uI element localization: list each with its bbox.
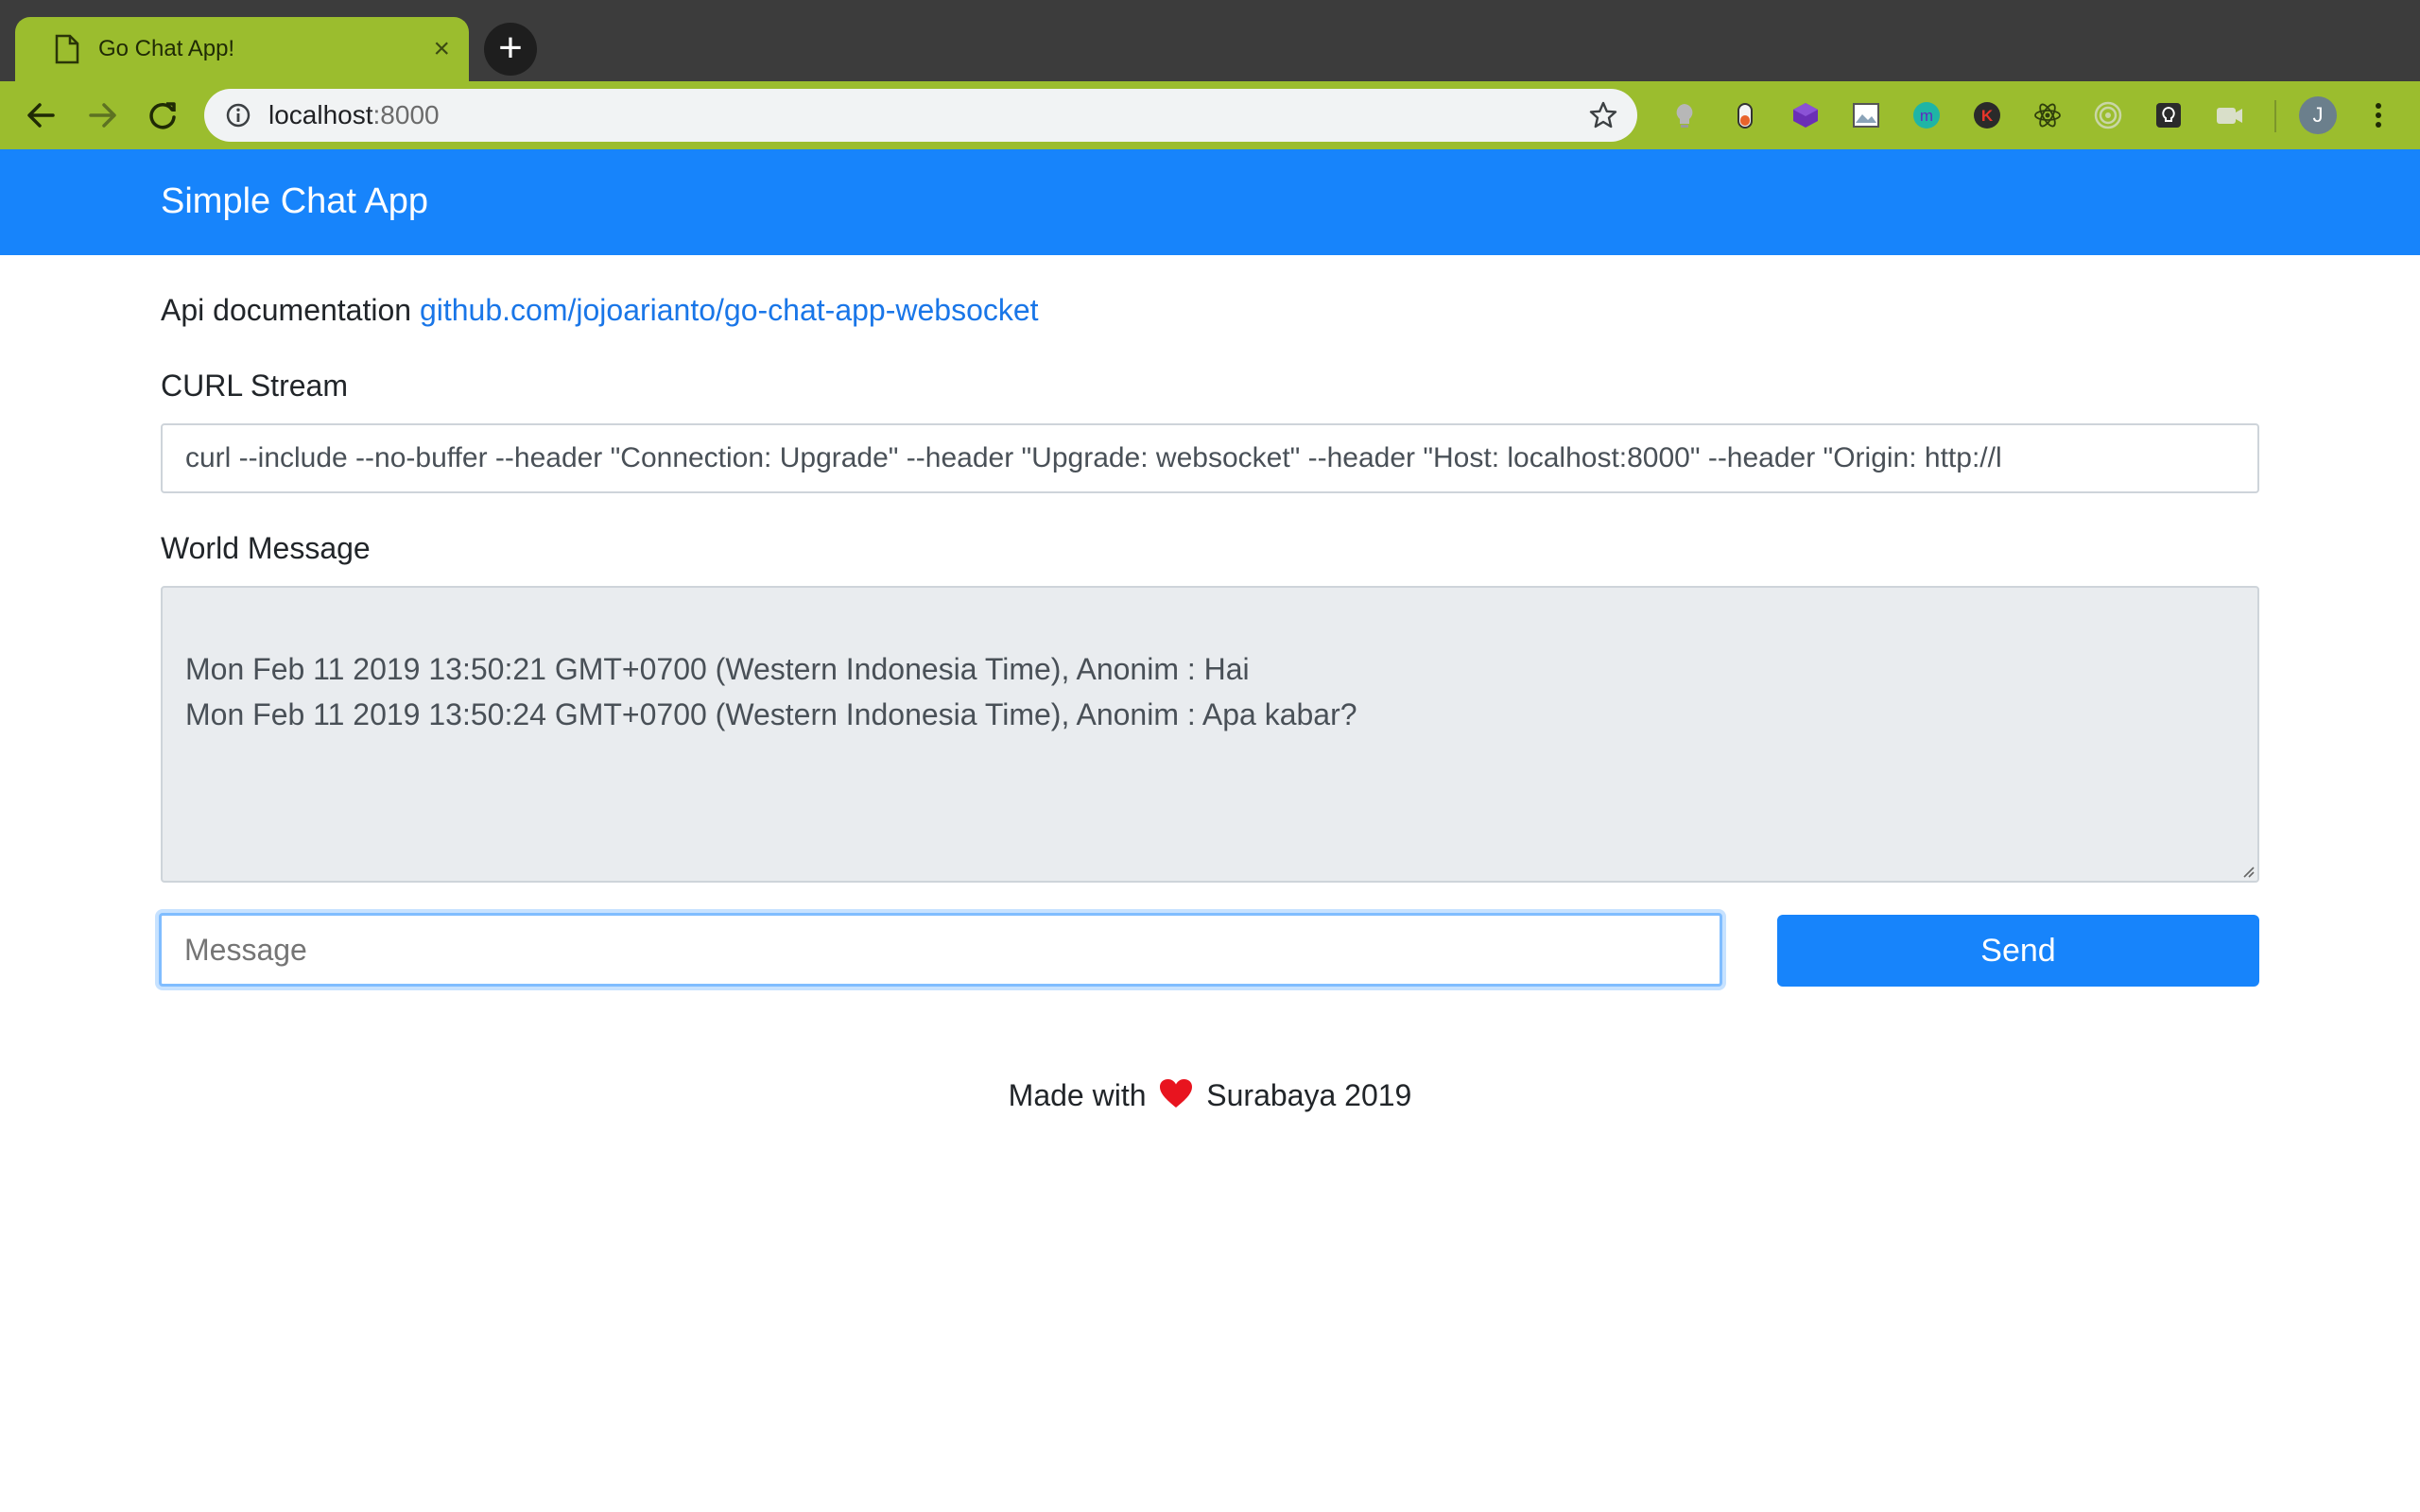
- message-list: Mon Feb 11 2019 13:50:21 GMT+0700 (Weste…: [185, 646, 1357, 737]
- world-message-label: World Message: [161, 531, 371, 565]
- bulb-box-extension-icon[interactable]: [2153, 100, 2184, 130]
- message-line: Mon Feb 11 2019 13:50:24 GMT+0700 (Weste…: [185, 697, 1357, 731]
- bookmark-star-icon[interactable]: [1588, 100, 1618, 130]
- reload-icon[interactable]: [138, 91, 187, 140]
- curl-stream-field[interactable]: curl --include --no-buffer --header "Con…: [161, 423, 2259, 493]
- heart-icon: [1160, 1079, 1193, 1108]
- m-extension-icon[interactable]: m: [1911, 100, 1942, 130]
- address-bar[interactable]: localhost:8000: [204, 89, 1637, 142]
- api-doc-label: Api documentation: [161, 293, 412, 327]
- message-line: Mon Feb 11 2019 13:50:21 GMT+0700 (Weste…: [185, 652, 1250, 686]
- back-icon[interactable]: [17, 91, 66, 140]
- curl-stream-label: CURL Stream: [161, 369, 348, 403]
- svg-text:m: m: [1920, 107, 1933, 125]
- browser-toolbar: localhost:8000 m K J: [0, 81, 2420, 149]
- forward-icon[interactable]: [78, 91, 127, 140]
- k-extension-icon[interactable]: K: [1972, 100, 2002, 130]
- footer-suffix: Surabaya 2019: [1206, 1078, 1412, 1112]
- api-documentation: Api documentation github.com/jojoarianto…: [161, 293, 1039, 328]
- world-message-textarea[interactable]: Mon Feb 11 2019 13:50:21 GMT+0700 (Weste…: [161, 586, 2259, 883]
- page-icon: [55, 34, 79, 64]
- profile-avatar[interactable]: J: [2299, 96, 2337, 134]
- new-tab-button[interactable]: +: [484, 23, 537, 76]
- image-extension-icon[interactable]: [1851, 100, 1881, 130]
- cube-extension-icon[interactable]: [1790, 100, 1821, 130]
- url-text: localhost:8000: [268, 100, 440, 130]
- menu-kebab-icon[interactable]: [2367, 94, 2390, 136]
- svg-text:K: K: [1981, 107, 1994, 125]
- capsule-extension-icon[interactable]: [1730, 100, 1760, 130]
- message-input[interactable]: [159, 913, 1722, 987]
- tab-close-icon[interactable]: ×: [433, 30, 450, 68]
- send-button[interactable]: Send: [1777, 915, 2259, 987]
- lightbulb-extension-icon[interactable]: [1669, 100, 1700, 130]
- resize-grip-icon[interactable]: [2238, 862, 2256, 879]
- navbar-brand[interactable]: Simple Chat App: [161, 181, 428, 222]
- browser-tabstrip: Go Chat App! × +: [0, 0, 2420, 81]
- url-host: localhost: [268, 100, 373, 129]
- react-devtools-icon[interactable]: [2032, 100, 2063, 130]
- app-navbar: Simple Chat App: [0, 149, 2420, 255]
- site-info-icon[interactable]: [225, 102, 251, 129]
- browser-tab[interactable]: Go Chat App! ×: [15, 17, 469, 81]
- footer-prefix: Made with: [1008, 1078, 1147, 1112]
- footer: Made with Surabaya 2019: [0, 1077, 2420, 1113]
- camera-extension-icon[interactable]: [2214, 100, 2244, 130]
- api-doc-link[interactable]: github.com/jojoarianto/go-chat-app-webso…: [420, 293, 1039, 327]
- target-extension-icon[interactable]: [2093, 100, 2123, 130]
- tab-title: Go Chat App!: [98, 36, 235, 61]
- toolbar-divider: [2274, 100, 2276, 132]
- url-port: :8000: [372, 100, 440, 129]
